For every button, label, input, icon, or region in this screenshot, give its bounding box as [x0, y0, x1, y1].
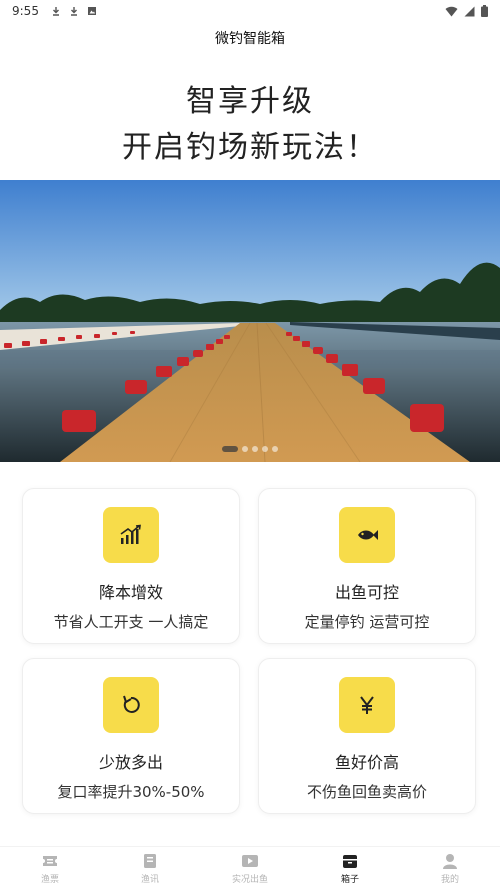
status-time: 9:55 — [12, 4, 39, 18]
wifi-icon — [445, 6, 458, 16]
tab-tickets[interactable]: 渔票 — [0, 847, 100, 890]
feature-card-price: 鱼好价高 不伤鱼回鱼卖高价 — [258, 658, 476, 814]
feature-card-cost: 降本增效 节省人工开支 一人搞定 — [22, 488, 240, 644]
download-icon — [70, 7, 77, 16]
carousel-dot[interactable] — [272, 446, 278, 452]
carousel-indicator — [222, 446, 278, 452]
ticket-icon — [43, 855, 57, 866]
tab-label: 实况出鱼 — [231, 874, 268, 885]
feature-subtitle: 复口率提升30%-50% — [57, 783, 205, 801]
feature-title: 少放多出 — [98, 753, 163, 772]
tab-profile[interactable]: 我的 — [400, 847, 500, 890]
tab-label: 渔票 — [40, 874, 59, 885]
headline-line1: 智享升级 — [186, 84, 314, 119]
notification-icons — [51, 6, 97, 16]
banner-image — [0, 180, 500, 462]
carousel-dot[interactable] — [252, 446, 258, 452]
feature-title: 出鱼可控 — [334, 583, 399, 602]
banner-carousel[interactable] — [0, 180, 500, 462]
headline: 智享升级 开启钓场新玩法！ — [0, 82, 500, 170]
battery-icon — [481, 5, 488, 17]
tab-label: 渔讯 — [140, 874, 159, 885]
feature-grid: 降本增效 节省人工开支 一人搞定 出鱼可控 定量停钓 运营可控 少放多出 复口率… — [22, 488, 480, 814]
status-bar: 9:55 — [0, 0, 500, 22]
profile-icon — [443, 853, 457, 869]
video-icon — [242, 854, 258, 867]
tab-live[interactable]: 实况出鱼 — [200, 847, 300, 890]
feature-title: 降本增效 — [98, 583, 163, 602]
system-icons — [445, 5, 488, 17]
tab-box[interactable]: 箱子 — [300, 847, 400, 890]
tab-label: 箱子 — [340, 874, 359, 885]
image-notification-icon — [87, 7, 96, 15]
carousel-dot-active[interactable] — [222, 446, 238, 452]
yen-icon — [339, 677, 395, 733]
news-icon — [144, 853, 156, 868]
fish-icon — [339, 507, 395, 563]
bottom-tab-bar: 渔票 渔讯 实况出鱼 箱子 我的 — [0, 846, 500, 890]
download-icon — [52, 7, 59, 16]
tab-news[interactable]: 渔讯 — [100, 847, 200, 890]
chart-growth-icon — [103, 507, 159, 563]
refresh-icon — [103, 677, 159, 733]
feature-subtitle: 不伤鱼回鱼卖高价 — [306, 783, 427, 801]
signal-icon — [464, 6, 475, 16]
feature-subtitle: 节省人工开支 一人搞定 — [53, 613, 209, 631]
feature-subtitle: 定量停钓 运营可控 — [304, 613, 430, 631]
headline-line2: 开启钓场新玩法！ — [122, 130, 378, 165]
carousel-dot[interactable] — [262, 446, 268, 452]
feature-card-output: 出鱼可控 定量停钓 运营可控 — [258, 488, 476, 644]
box-icon — [343, 854, 357, 868]
app-title: 微钓智能箱 — [215, 31, 285, 47]
carousel-dot[interactable] — [242, 446, 248, 452]
tab-label: 我的 — [440, 874, 459, 885]
feature-title: 鱼好价高 — [334, 753, 399, 772]
feature-card-return: 少放多出 复口率提升30%-50% — [22, 658, 240, 814]
